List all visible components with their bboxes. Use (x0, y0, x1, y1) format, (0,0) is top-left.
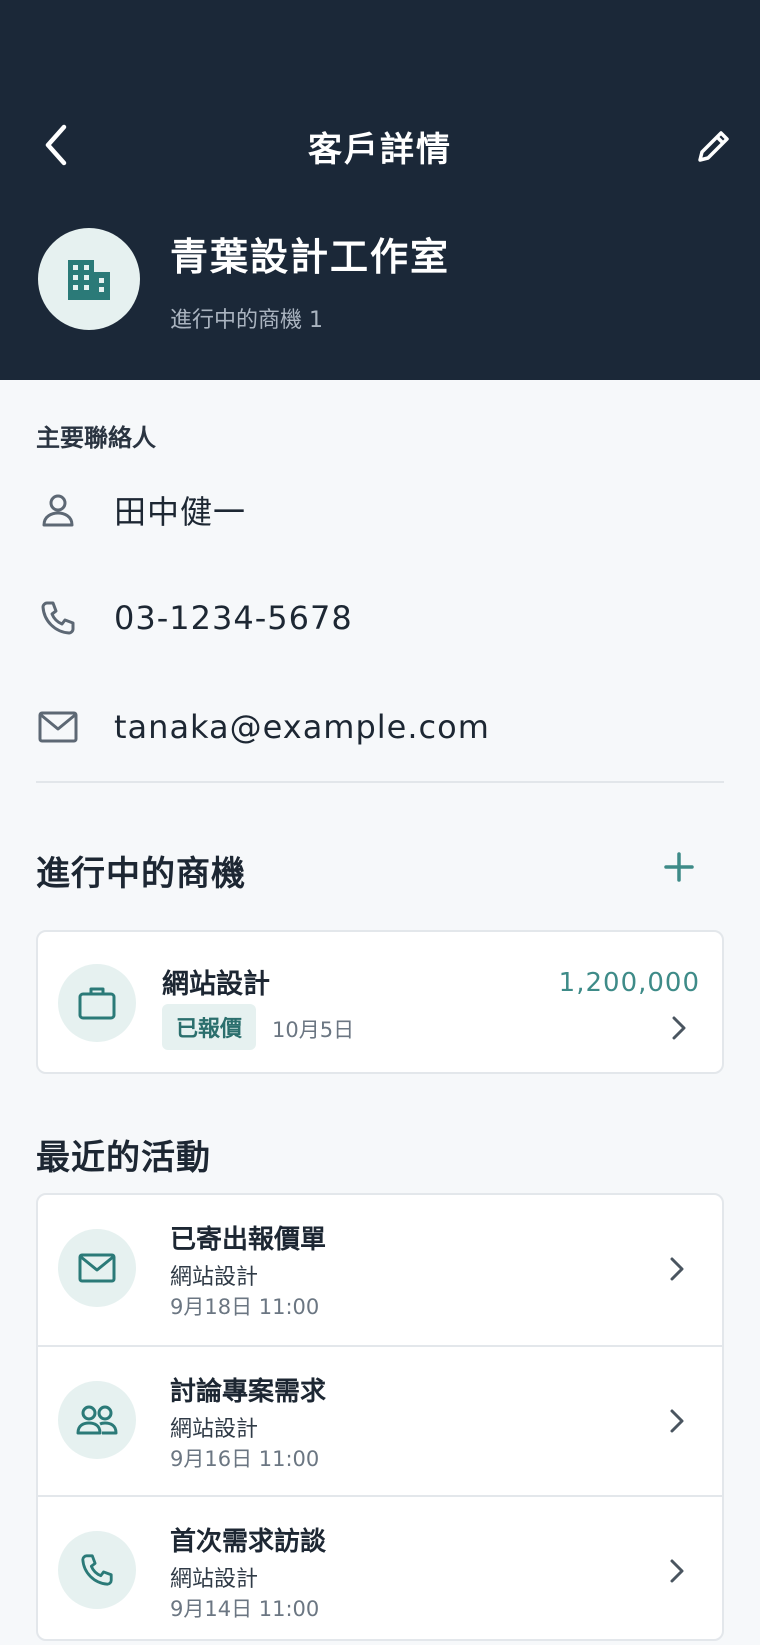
activity-title: 首次需求訪談 (170, 1527, 327, 1557)
people-icon (76, 1405, 118, 1435)
activity-title: 已寄出報價單 (170, 1225, 327, 1255)
mail-icon (36, 705, 80, 749)
activity-icon-circle (58, 1531, 136, 1609)
deal-date: 10月5日 (272, 1018, 355, 1042)
chevron-right-icon (662, 1249, 692, 1289)
contact-email-row[interactable]: tanaka@example.com (36, 692, 726, 762)
contact-email: tanaka@example.com (114, 708, 490, 746)
activity-time: 9月14日 11:00 (170, 1597, 320, 1621)
contact-section-label: 主要聯絡人 (36, 424, 156, 452)
edit-button[interactable] (690, 122, 738, 170)
plus-icon (664, 852, 694, 882)
contact-name-row[interactable]: 田中健一 (36, 475, 726, 545)
activity-time: 9月16日 11:00 (170, 1447, 320, 1471)
phone-icon (36, 596, 80, 640)
activities-section-title: 最近的活動 (36, 1138, 211, 1178)
deal-status-badge: 已報價 (162, 1004, 257, 1050)
chevron-right-icon (664, 1008, 694, 1048)
deal-amount: 1,200,000 (558, 968, 700, 998)
activity-deal: 網站設計 (170, 1265, 259, 1290)
page-title: 客戶詳情 (308, 130, 452, 170)
add-deal-button[interactable] (654, 842, 704, 892)
activity-icon-circle (58, 1381, 136, 1459)
activity-time: 9月18日 11:00 (170, 1295, 320, 1319)
chevron-right-icon (662, 1551, 692, 1591)
mail-icon (78, 1253, 116, 1283)
activity-list: 已寄出報價單 網站設計 9月18日 11:00 討論專案需求 網站設計 9月16… (36, 1193, 724, 1641)
deal-card[interactable]: 網站設計 已報價 10月5日 1,200,000 (36, 930, 724, 1074)
company-subtitle: 進行中的商機 1 (170, 308, 323, 333)
deal-icon-circle (58, 964, 136, 1042)
phone-icon (81, 1554, 113, 1586)
company-name: 青葉設計工作室 (170, 235, 451, 279)
building-icon (68, 260, 110, 300)
header: 客戶詳情 青葉設計工作室 進行中的商機 1 (0, 0, 760, 380)
pencil-icon (698, 131, 729, 162)
contact-phone-row[interactable]: 03-1234-5678 (36, 583, 726, 653)
chevron-right-icon (662, 1401, 692, 1441)
activity-item[interactable]: 已寄出報價單 網站設計 9月18日 11:00 (38, 1195, 722, 1345)
company-avatar (38, 228, 140, 330)
person-icon (36, 488, 80, 532)
activity-item[interactable]: 討論專案需求 網站設計 9月16日 11:00 (38, 1345, 722, 1495)
briefcase-icon (78, 987, 116, 1020)
activity-title: 討論專案需求 (170, 1377, 327, 1407)
activity-deal: 網站設計 (170, 1417, 259, 1442)
contact-phone: 03-1234-5678 (114, 599, 353, 637)
divider (36, 781, 724, 783)
deal-name: 網站設計 (162, 969, 270, 1000)
activity-icon-circle (58, 1229, 136, 1307)
activity-deal: 網站設計 (170, 1567, 259, 1592)
contact-name: 田中健一 (114, 493, 247, 531)
deals-section-title: 進行中的商機 (36, 854, 246, 894)
activity-item[interactable]: 首次需求訪談 網站設計 9月14日 11:00 (38, 1495, 722, 1639)
